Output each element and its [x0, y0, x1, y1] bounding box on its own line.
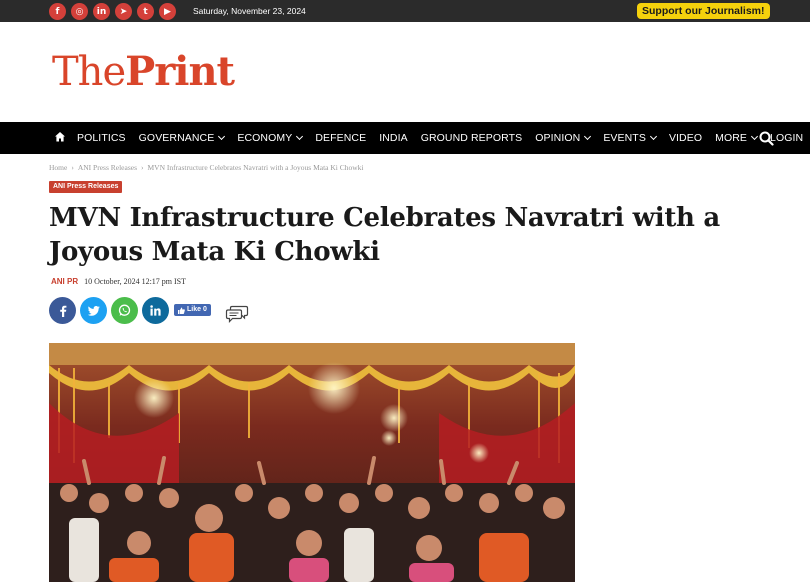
twitter-icon	[87, 305, 100, 316]
event-photo	[49, 343, 575, 582]
breadcrumb-home[interactable]: Home	[49, 163, 67, 172]
site-logo[interactable]: ThePrint	[52, 49, 235, 95]
breadcrumb-section[interactable]: ANI Press Releases	[78, 163, 137, 172]
nav-item-video[interactable]: VIDEO	[669, 132, 702, 144]
whatsapp-icon	[118, 304, 131, 316]
nav-item-label: INDIA	[379, 132, 408, 144]
nav-item-politics[interactable]: POLITICS	[77, 132, 126, 144]
youtube-icon[interactable]: ▶	[159, 3, 176, 20]
twitter-icon[interactable]: t	[137, 3, 154, 20]
nav-item-login[interactable]: LOGIN	[770, 132, 803, 144]
linkedin-icon[interactable]: in	[93, 3, 110, 20]
article-hero-image	[49, 343, 575, 582]
nav-items: POLITICS GOVERNANCE ECONOMY DEFENCE INDIA GRO…	[77, 122, 810, 154]
nav-item-label: LOGIN	[770, 132, 804, 144]
nav-item-india[interactable]: INDIA	[379, 132, 408, 144]
nav-item-defence[interactable]: DEFENCE	[315, 132, 366, 144]
nav-item-economy[interactable]: ECONOMY	[237, 132, 304, 144]
share-whatsapp-button[interactable]	[111, 297, 138, 324]
share-facebook-button[interactable]	[49, 297, 76, 324]
chevron-down-icon	[218, 132, 226, 141]
facebook-like-button[interactable]: Like 0	[174, 304, 211, 316]
nav-item-label: OPINION	[535, 132, 581, 144]
nav-item-label: EVENTS	[603, 132, 646, 144]
nav-item-governance[interactable]: GOVERNANCE	[138, 132, 226, 144]
nav-item-more[interactable]: MORE	[715, 132, 759, 144]
support-journalism-button[interactable]: Support our Journalism!	[637, 3, 770, 19]
article-title: MVN Infrastructure Celebrates Navratri w…	[49, 203, 720, 267]
nav-item-label: ECONOMY	[237, 132, 293, 144]
nav-item-label: GOVERNANCE	[138, 132, 215, 144]
nav-item-ground-reports[interactable]: GROUND REPORTS	[421, 132, 523, 144]
chevron-down-icon	[649, 132, 657, 141]
breadcrumb-separator: ›	[71, 163, 74, 172]
thumbs-up-icon	[178, 307, 185, 314]
top-social-links: f ◎ in ➤ t ▶	[49, 3, 176, 20]
nav-item-events[interactable]: EVENTS	[603, 132, 657, 144]
home-icon[interactable]	[54, 131, 66, 143]
chevron-down-icon	[584, 132, 592, 141]
nav-item-label: MORE	[715, 132, 748, 144]
breadcrumb: Home › ANI Press Releases › MVN Infrastr…	[49, 163, 364, 172]
nav-item-opinion[interactable]: OPINION	[535, 132, 592, 144]
chevron-down-icon	[296, 132, 304, 141]
telegram-icon[interactable]: ➤	[115, 3, 132, 20]
nav-item-label: POLITICS	[77, 132, 126, 144]
facebook-icon	[59, 305, 66, 317]
facebook-icon[interactable]: f	[49, 3, 66, 20]
main-nav: POLITICS GOVERNANCE ECONOMY DEFENCE INDIA GRO…	[0, 122, 810, 154]
nav-item-label: GROUND REPORTS	[420, 132, 523, 144]
nav-item-label: VIDEO	[668, 132, 703, 144]
share-twitter-button[interactable]	[80, 297, 107, 324]
byline: ANI PR 10 October, 2024 12:17 pm IST	[51, 277, 186, 286]
share-linkedin-button[interactable]	[142, 297, 169, 324]
publish-date: 10 October, 2024 12:17 pm IST	[84, 277, 187, 286]
breadcrumb-current: MVN Infrastructure Celebrates Navratri w…	[147, 163, 364, 172]
category-badge[interactable]: ANI Press Releases	[49, 181, 123, 193]
comments-icon[interactable]	[225, 303, 249, 323]
chevron-down-icon	[750, 132, 759, 141]
instagram-icon[interactable]: ◎	[71, 3, 88, 20]
current-date: Saturday, November 23, 2024	[193, 6, 306, 16]
linkedin-icon	[150, 305, 161, 316]
share-buttons	[49, 297, 169, 324]
top-bar: f ◎ in ➤ t ▶ Saturday, November 23, 2024…	[0, 0, 810, 22]
nav-item-label: DEFENCE	[315, 132, 367, 144]
facebook-like-label: Like 0	[187, 306, 207, 313]
logo-the: The	[52, 49, 126, 95]
search-icon[interactable]	[759, 131, 774, 146]
breadcrumb-separator: ›	[141, 163, 144, 172]
logo-print: Print	[125, 48, 235, 95]
author-link[interactable]: ANI PR	[51, 277, 78, 286]
